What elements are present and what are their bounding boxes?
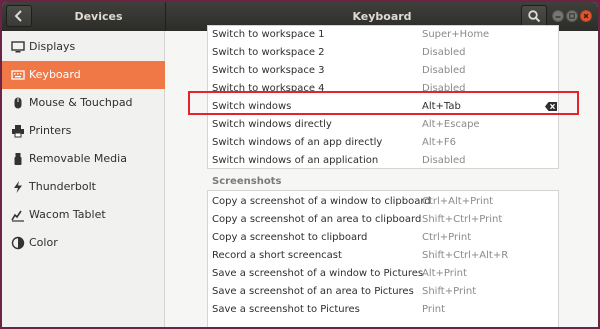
shortcut-accel: Disabled: [422, 155, 466, 166]
sidebar-item-label: Displays: [29, 40, 76, 53]
sidebar-item-label: Color: [29, 236, 58, 249]
shortcut-accel: Shift+Ctrl+Print: [422, 214, 503, 225]
sidebar-item-displays[interactable]: Displays: [2, 33, 165, 61]
sidebar: Displays Keyboard Mouse & Touchpad Print…: [2, 31, 165, 327]
sidebar-item-color[interactable]: Color: [2, 229, 165, 257]
shortcut-list-area: Switch to workspace 1 Super+Home Switch …: [165, 25, 598, 327]
shortcut-name: Switch windows directly: [212, 119, 332, 130]
maximize-icon: [569, 13, 575, 19]
shortcut-row[interactable]: Switch windows directly Alt+Escape: [208, 116, 558, 134]
usb-icon: [14, 153, 22, 165]
sidebar-item-printers[interactable]: Printers: [2, 117, 165, 145]
highlight-box: [188, 91, 579, 115]
tablet-icon: [11, 210, 24, 222]
display-icon: [11, 41, 25, 53]
sidebar-item-label: Mouse & Touchpad: [29, 96, 133, 109]
shortcut-row[interactable]: Switch to workspace 1 Super+Home: [208, 26, 558, 44]
keyboard-icon: [11, 70, 25, 80]
shortcut-accel: Super+Home: [422, 29, 490, 40]
chevron-left-icon: [14, 10, 22, 22]
shortcut-name: Record a short screencast: [212, 250, 342, 261]
shortcut-name: Switch to workspace 2: [212, 47, 325, 58]
shortcut-row[interactable]: Copy a screenshot to clipboard Ctrl+Prin…: [208, 229, 558, 247]
sidebar-item-removable-media[interactable]: Removable Media: [2, 145, 165, 173]
shortcut-accel: Ctrl+Print: [422, 232, 472, 243]
search-icon: [528, 10, 541, 23]
shortcut-name: Copy a screenshot of an area to clipboar…: [212, 214, 422, 225]
shortcut-name: Copy a screenshot to clipboard: [212, 232, 368, 243]
sidebar-item-mouse-touchpad[interactable]: Mouse & Touchpad: [2, 89, 165, 117]
thunderbolt-icon: [14, 181, 22, 193]
shortcut-row[interactable]: Save a screenshot of a window to Picture…: [208, 265, 558, 283]
shortcut-row[interactable]: Switch windows of an app directly Alt+F6: [208, 134, 558, 152]
sidebar-header-title: Devices: [74, 10, 123, 23]
sidebar-item-wacom-tablet[interactable]: Wacom Tablet: [2, 201, 165, 229]
close-button[interactable]: [580, 10, 592, 22]
minimize-button[interactable]: [552, 10, 564, 22]
shortcut-row[interactable]: Copy a screenshot of a window to clipboa…: [208, 193, 558, 211]
back-button[interactable]: [6, 5, 32, 27]
shortcut-accel: Shift+Ctrl+Alt+R: [422, 250, 509, 261]
sidebar-item-keyboard[interactable]: Keyboard: [2, 61, 165, 89]
printer-icon: [12, 125, 24, 138]
shortcut-name: Switch to workspace 1: [212, 29, 325, 40]
shortcut-name: Switch to workspace 3: [212, 65, 325, 76]
maximize-button[interactable]: [566, 10, 578, 22]
search-button[interactable]: [521, 5, 547, 27]
shortcut-accel: Ctrl+Alt+Print: [422, 196, 494, 207]
shortcut-name: Switch windows of an application: [212, 155, 379, 166]
shortcut-row[interactable]: Switch to workspace 3 Disabled: [208, 62, 558, 80]
mouse-icon: [14, 97, 22, 109]
section-title-screenshots: Screenshots: [212, 176, 282, 187]
close-icon: [583, 13, 589, 19]
shortcut-row[interactable]: Save a screenshot of an area to Pictures…: [208, 283, 558, 301]
shortcut-accel: Alt+Print: [422, 268, 467, 279]
shortcut-name: Switch windows of an app directly: [212, 137, 383, 148]
shortcut-accel: Alt+Escape: [422, 119, 480, 130]
shortcut-accel: Print: [422, 304, 446, 315]
minimize-icon: [555, 16, 561, 18]
shortcut-row[interactable]: Copy a screenshot of an area to clipboar…: [208, 211, 558, 229]
shortcut-accel: Disabled: [422, 47, 466, 58]
shortcut-accel: Shift+Print: [422, 286, 477, 297]
shortcut-accel: Alt+F6: [422, 137, 457, 148]
shortcut-row[interactable]: Save a screenshot to Pictures Print: [208, 301, 558, 319]
shortcut-row[interactable]: Switch to workspace 2 Disabled: [208, 44, 558, 62]
shortcut-accel: Disabled: [422, 65, 466, 76]
settings-window: Devices Keyboard Displays Keyboard Mouse…: [2, 2, 598, 327]
shortcut-row[interactable]: Switch windows of an application Disable…: [208, 152, 558, 170]
shortcut-row[interactable]: Record a short screencast Shift+Ctrl+Alt…: [208, 247, 558, 265]
screenshots-shortcuts-panel: Copy a screenshot of a window to clipboa…: [207, 190, 559, 327]
shortcut-name: Save a screenshot of an area to Pictures: [212, 286, 414, 297]
sidebar-item-label: Thunderbolt: [29, 180, 96, 193]
sidebar-item-label: Removable Media: [29, 152, 127, 165]
shortcut-name: Save a screenshot of a window to Picture…: [212, 268, 424, 279]
sidebar-item-label: Wacom Tablet: [29, 208, 106, 221]
shortcut-name: Save a screenshot to Pictures: [212, 304, 360, 315]
sidebar-item-label: Keyboard: [29, 68, 81, 81]
color-icon: [11, 236, 25, 250]
shortcut-name: Copy a screenshot of a window to clipboa…: [212, 196, 431, 207]
sidebar-item-label: Printers: [29, 124, 72, 137]
sidebar-item-thunderbolt[interactable]: Thunderbolt: [2, 173, 165, 201]
